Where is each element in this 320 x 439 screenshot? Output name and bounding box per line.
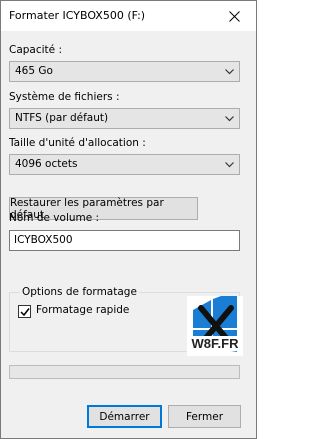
start-button[interactable]: Démarrer — [87, 405, 162, 428]
title-bar[interactable]: Formater ICYBOX500 (F:) — [1, 1, 256, 31]
checkmark-icon — [20, 308, 30, 317]
capacity-select[interactable]: 465 Go — [9, 61, 240, 82]
close-icon — [228, 10, 240, 22]
quick-format-label[interactable]: Formatage rapide — [36, 304, 129, 316]
volume-name-field[interactable] — [9, 230, 240, 251]
close-dialog-button[interactable]: Fermer — [168, 405, 241, 428]
allocation-label: Taille d'unité d'allocation : — [9, 137, 146, 149]
quick-format-checkbox[interactable] — [18, 305, 31, 318]
format-progress-bar — [9, 365, 240, 379]
chevron-down-icon — [225, 116, 234, 122]
chevron-down-icon — [225, 69, 234, 75]
chevron-down-icon — [225, 162, 234, 168]
capacity-value: 465 Go — [15, 65, 53, 77]
filesystem-label: Système de fichiers : — [9, 91, 120, 103]
allocation-value: 4096 octets — [15, 158, 78, 170]
volume-name-input[interactable] — [14, 234, 234, 246]
filesystem-select[interactable]: NTFS (par défaut) — [9, 108, 240, 129]
capacity-label: Capacité : — [9, 44, 63, 56]
allocation-select[interactable]: 4096 octets — [9, 154, 240, 175]
close-button[interactable] — [212, 1, 256, 31]
watermark-text: W8F.FR — [187, 336, 243, 351]
filesystem-value: NTFS (par défaut) — [15, 112, 109, 124]
format-dialog: Formater ICYBOX500 (F:) Capacité : 465 G… — [0, 0, 257, 439]
window-title: Formater ICYBOX500 (F:) — [9, 9, 146, 22]
volume-label: Nom de volume : — [9, 212, 100, 224]
format-options-legend: Options de formatage — [20, 286, 139, 298]
